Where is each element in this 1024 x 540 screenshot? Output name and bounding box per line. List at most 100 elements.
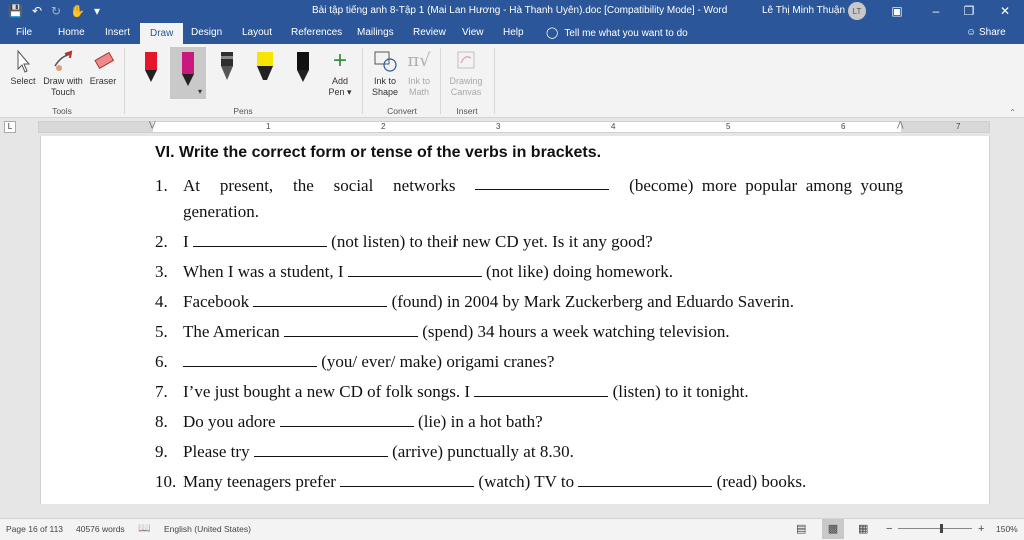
q10-after: (read) books. xyxy=(712,472,807,491)
read-mode-icon[interactable]: ▤ xyxy=(796,519,806,539)
print-layout-icon[interactable]: ▩ xyxy=(822,519,844,539)
avatar[interactable]: LT xyxy=(848,2,866,20)
answer-blank[interactable] xyxy=(578,473,713,487)
pen-dropdown-icon[interactable]: ▾ xyxy=(198,87,202,96)
answer-blank[interactable] xyxy=(475,176,610,190)
ink-to-shape-icon xyxy=(374,51,397,72)
tab-view[interactable]: View xyxy=(462,22,484,44)
answer-blank[interactable] xyxy=(474,383,609,397)
tab-design[interactable]: Design xyxy=(191,22,222,44)
ink-to-shape-label-2: Shape xyxy=(371,87,399,97)
select-button[interactable]: Select xyxy=(8,48,38,87)
zoom-level[interactable]: 150% xyxy=(996,519,1018,539)
tab-help[interactable]: Help xyxy=(503,22,524,44)
question-1-line-2: generation. xyxy=(183,202,259,221)
horizontal-ruler[interactable]: 1 2 3 4 5 6 7 ⋁ ⋀ xyxy=(38,120,990,133)
customize-qat-icon[interactable]: ▾ xyxy=(94,5,100,17)
right-indent-marker-icon[interactable]: ⋀ xyxy=(897,120,905,132)
q1-word: networks xyxy=(393,176,456,195)
question-number: 2. xyxy=(155,232,168,251)
tab-layout[interactable]: Layout xyxy=(242,22,272,44)
question-number: 8. xyxy=(155,412,168,431)
answer-blank[interactable] xyxy=(279,413,414,427)
eraser-button[interactable]: Eraser xyxy=(88,48,118,87)
q9-before: Please try xyxy=(183,442,254,461)
document-title: Bài tập tiếng anh 8-Tập 1 (Mai Lan Hương… xyxy=(312,5,728,16)
yellow-highlighter-icon[interactable] xyxy=(253,50,275,86)
zoom-slider[interactable] xyxy=(898,528,972,529)
tab-mailings[interactable]: Mailings xyxy=(357,22,394,44)
language-indicator[interactable]: English (United States) xyxy=(164,519,251,539)
group-separator xyxy=(494,48,495,114)
share-button[interactable]: ☺ Share xyxy=(966,22,1006,44)
indent-marker-icon[interactable]: ⋁ xyxy=(149,120,157,132)
ink-to-math-label-1: Ink to xyxy=(407,76,430,86)
magenta-pen-icon[interactable] xyxy=(177,50,199,86)
user-name[interactable]: Lê Thị Minh Thuận xyxy=(762,0,845,22)
page-count[interactable]: Page 16 of 113 xyxy=(6,519,63,539)
gray-pencil-icon[interactable] xyxy=(216,50,238,86)
undo-icon[interactable]: ↶ xyxy=(32,5,42,17)
tools-group-label: Tools xyxy=(52,106,72,116)
draw-with-touch-button[interactable]: Draw with Touch xyxy=(40,48,86,98)
convert-group-label: Convert xyxy=(387,106,417,116)
q2-before: I xyxy=(183,232,193,251)
question-number: 5. xyxy=(155,322,168,341)
q4-after: (found) in 2004 by Mark Zuckerberg and E… xyxy=(387,292,794,311)
red-pen-icon[interactable] xyxy=(140,50,162,86)
ink-to-math-button[interactable]: π√ Ink to Math xyxy=(404,48,434,98)
ruler-number: 4 xyxy=(611,122,616,131)
answer-blank[interactable] xyxy=(284,323,419,337)
zoom-slider-thumb[interactable] xyxy=(940,524,943,533)
tab-file[interactable]: File xyxy=(16,22,32,44)
black-pen-icon[interactable] xyxy=(292,50,314,86)
answer-blank[interactable] xyxy=(253,443,388,457)
word-count[interactable]: 40576 words xyxy=(76,519,125,539)
ribbon-display-options-icon[interactable]: ▣ xyxy=(882,0,912,22)
zoom-in-button[interactable]: + xyxy=(978,519,984,539)
zoom-out-button[interactable]: − xyxy=(886,519,892,539)
tab-insert[interactable]: Insert xyxy=(105,22,130,44)
tab-references[interactable]: References xyxy=(291,22,342,44)
answer-blank[interactable] xyxy=(183,353,317,367)
touch-mode-icon[interactable]: ✋ xyxy=(70,5,85,17)
collapse-ribbon-icon[interactable]: ⌃ xyxy=(1009,108,1016,117)
document-area[interactable]: VI. Write the correct form or tense of t… xyxy=(0,136,1024,504)
proofing-icon[interactable]: 📖 xyxy=(138,519,150,539)
q5-before: The American xyxy=(183,322,285,341)
close-icon[interactable]: ✕ xyxy=(990,0,1020,22)
web-layout-icon[interactable]: ▦ xyxy=(858,519,868,539)
q6-after: (you/ ever/ make) origami cranes? xyxy=(317,352,555,371)
answer-blank[interactable] xyxy=(347,263,482,277)
tab-draw[interactable]: Draw xyxy=(140,23,184,44)
group-separator xyxy=(124,48,125,114)
add-pen-button[interactable]: + Add Pen ▾ xyxy=(326,48,354,98)
question-5: The American (spend) 34 hours a week wat… xyxy=(183,322,730,342)
save-icon[interactable]: 💾 xyxy=(8,5,23,17)
select-arrow-icon xyxy=(17,49,31,73)
ink-to-shape-button[interactable]: Ink to Shape xyxy=(368,48,402,98)
ruler-number: 1 xyxy=(266,122,271,131)
insert-group-label: Insert xyxy=(456,106,478,116)
draw-with-touch-label-1: Draw with xyxy=(43,76,83,86)
tell-me-search[interactable]: ◯ Tell me what you want to do xyxy=(546,22,688,44)
answer-blank[interactable] xyxy=(192,233,327,247)
minimize-icon[interactable]: – xyxy=(921,0,951,22)
q4-before: Facebook xyxy=(183,292,254,311)
q10-middle: (watch) TV to xyxy=(474,472,579,491)
drawing-canvas-button[interactable]: Drawing Canvas xyxy=(446,48,486,98)
q1-word: At xyxy=(183,176,200,195)
tab-review[interactable]: Review xyxy=(413,22,446,44)
answer-blank[interactable] xyxy=(340,473,475,487)
document-page[interactable]: VI. Write the correct form or tense of t… xyxy=(40,136,990,504)
answer-blank[interactable] xyxy=(253,293,388,307)
q2-after: (not listen) to their new CD yet. Is it … xyxy=(326,232,653,251)
tell-me-label: Tell me what you want to do xyxy=(564,28,688,39)
redo-icon[interactable]: ↻ xyxy=(51,5,61,17)
q9-after: (arrive) punctually at 8.30. xyxy=(387,442,574,461)
tab-selector[interactable]: L xyxy=(4,121,16,133)
question-number: 7. xyxy=(155,382,168,401)
tab-home[interactable]: Home xyxy=(58,22,85,44)
restore-icon[interactable]: ❐ xyxy=(954,0,984,22)
lightbulb-icon: ◯ xyxy=(546,27,559,39)
